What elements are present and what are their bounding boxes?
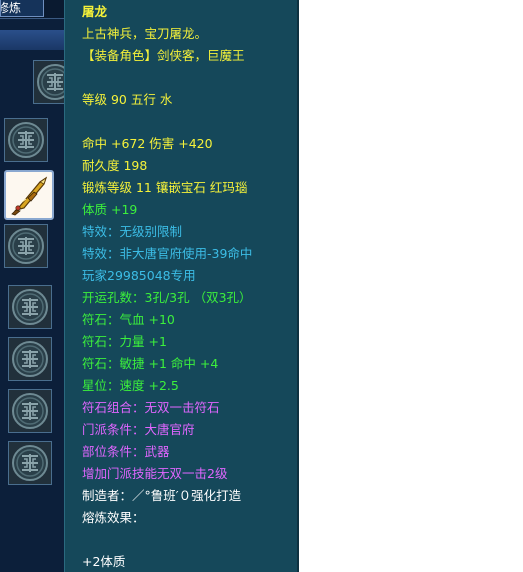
item-skill-bonus: 增加门派技能无双一击2级: [82, 466, 228, 481]
inventory-panel: 修炼: [0, 0, 65, 572]
item-level-element: 等级 90 五行 水: [82, 92, 173, 107]
item-special-2: 特效：非大唐官府使用-39命中: [82, 246, 253, 261]
item-owner: 玩家29985048专用: [82, 268, 196, 283]
inventory-slot[interactable]: [8, 285, 52, 329]
item-maker: 制造者：／°鲁班′０强化打造: [82, 488, 242, 503]
seal-pattern-icon: [12, 445, 48, 481]
inventory-slot[interactable]: [33, 60, 64, 104]
item-star: 星位：速度 +2.5: [82, 378, 179, 393]
game-screen: 修炼: [0, 0, 523, 572]
inventory-slot[interactable]: [8, 441, 52, 485]
inventory-slot[interactable]: [4, 224, 48, 268]
inventory-slot[interactable]: [4, 118, 48, 162]
seal-pattern-icon: [12, 341, 48, 377]
item-tooltip: 屠龙 上古神兵，宝刀屠龙。 【装备角色】剑侠客，巨魔王 等级 90 五行 水 命…: [64, 0, 299, 572]
item-smelt-value: +2体质: [82, 554, 126, 569]
inventory-header: 修炼: [0, 0, 64, 19]
item-equip-roles: 【装备角色】剑侠客，巨魔王: [82, 48, 245, 63]
item-slot-requirement: 部位条件：武器: [82, 444, 170, 459]
item-rune-1: 符石：气血 +10: [82, 312, 175, 327]
tab-refine[interactable]: 修炼: [0, 0, 44, 17]
seal-pattern-icon: [8, 122, 44, 158]
seal-pattern-icon: [37, 64, 64, 100]
item-rune-2: 符石：力量 +1: [82, 334, 167, 349]
inventory-divider: [0, 30, 64, 50]
item-description: 上古神兵，宝刀屠龙。: [82, 26, 208, 41]
seal-pattern-icon: [12, 289, 48, 325]
item-smelt-title: 熔炼效果：: [82, 510, 145, 525]
item-holes: 开运孔数：3孔/3孔 （双3孔）: [82, 290, 252, 305]
item-durability: 耐久度 198: [82, 158, 148, 173]
dragon-blade-icon: [11, 176, 48, 216]
item-forge: 锻炼等级 11 镶嵌宝石 红玛瑙: [82, 180, 248, 195]
item-name: 屠龙: [82, 4, 108, 19]
item-rune-combo: 符石组合：无双一击符石: [82, 400, 220, 415]
item-sect-requirement: 门派条件：大唐官府: [82, 422, 195, 437]
inventory-slot-selected[interactable]: [4, 170, 54, 220]
item-special-1: 特效：无级别限制: [82, 224, 183, 239]
inventory-slot[interactable]: [8, 389, 52, 433]
seal-pattern-icon: [8, 228, 44, 264]
item-rune-3: 符石：敏捷 +1 命中 +4: [82, 356, 219, 371]
inventory-slot[interactable]: [8, 337, 52, 381]
item-hit-damage: 命中 +672 伤害 +420: [82, 136, 213, 151]
item-constitution: 体质 +19: [82, 202, 138, 217]
seal-pattern-icon: [12, 393, 48, 429]
